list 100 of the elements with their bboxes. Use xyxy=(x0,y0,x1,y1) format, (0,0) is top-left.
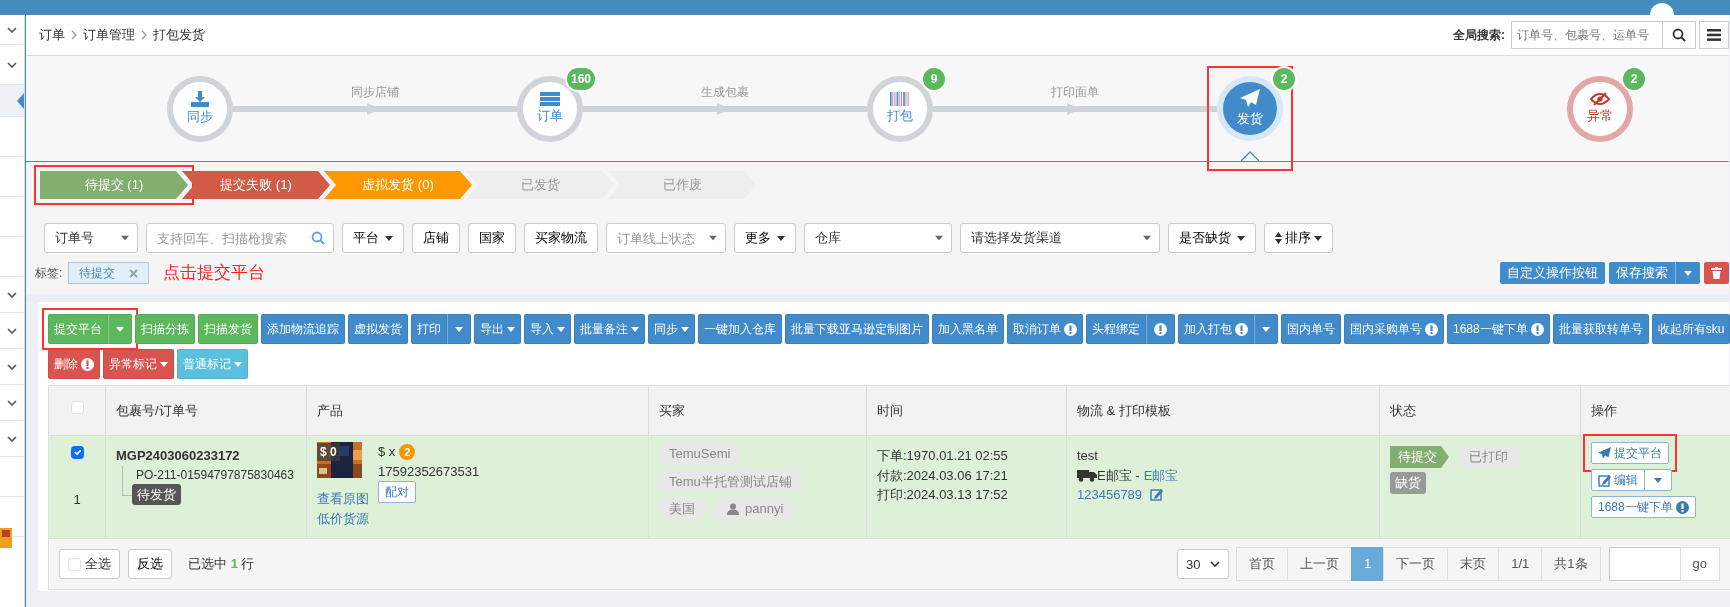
dropdown-button[interactable]: 更多 xyxy=(734,223,796,253)
toolbar-button[interactable]: 删除 xyxy=(48,349,100,379)
status-tab[interactable]: 提交失败 (1) xyxy=(182,171,330,199)
delete-button[interactable] xyxy=(1704,262,1729,284)
page-button[interactable]: 1 xyxy=(1351,547,1385,581)
toolbar-button[interactable]: 加入打包 xyxy=(1178,314,1254,344)
search-icon xyxy=(311,231,325,245)
search-button[interactable] xyxy=(1662,21,1696,49)
pair-button[interactable]: 配对 xyxy=(378,481,416,503)
status-tab[interactable]: 已作废 xyxy=(608,171,756,199)
sort-button[interactable]: 排序 xyxy=(1264,223,1333,253)
filter-button[interactable]: 国家 xyxy=(468,223,516,253)
toolbar-button[interactable]: 国内采购单号 xyxy=(1344,314,1444,344)
trash-icon xyxy=(1711,267,1722,279)
caret-icon xyxy=(1684,270,1692,276)
link[interactable]: 查看原图 xyxy=(317,491,369,506)
time-text: 下单:1970.01.21 02:55 xyxy=(877,448,1008,463)
tracking-link[interactable]: 123456789 xyxy=(1077,485,1143,505)
toolbar-button[interactable]: 扫描分拣 xyxy=(135,314,195,344)
caret-icon xyxy=(385,235,393,241)
server-icon xyxy=(540,92,560,107)
page-button[interactable]: 上一页 xyxy=(1287,547,1352,581)
toolbar-button[interactable]: 普通标记 xyxy=(177,349,248,379)
action-button[interactable]: 1688一键下单 xyxy=(1591,496,1696,518)
column-header: 产品 xyxy=(317,402,343,418)
toolbar-button[interactable]: 导入 xyxy=(524,314,571,344)
page-input[interactable] xyxy=(1608,547,1681,581)
status-tab[interactable]: 待提交 (1) xyxy=(40,171,188,199)
chevron-down-icon xyxy=(7,291,17,298)
go-button[interactable]: go xyxy=(1679,547,1720,581)
chevron-right-icon xyxy=(71,30,77,40)
filter-tag[interactable]: 待提交 xyxy=(68,262,150,284)
toolbar-button[interactable]: 1688一键下单 xyxy=(1447,314,1550,344)
toolbar-button[interactable]: 同步 xyxy=(648,314,695,344)
page-button[interactable]: 1/1 xyxy=(1498,547,1543,581)
column-header: 物流 & 打印模板 xyxy=(1077,402,1171,418)
tags-label: 标签: xyxy=(35,265,63,282)
link[interactable]: 低价货源 xyxy=(317,510,369,526)
status-tab[interactable]: 已发货 xyxy=(466,171,614,199)
select-field[interactable]: 请选择发货渠道 xyxy=(960,223,1160,253)
toolbar-button[interactable]: 虚拟发货 xyxy=(348,314,408,344)
action-button[interactable]: 编辑 xyxy=(1591,469,1645,491)
caret-icon xyxy=(1314,235,1322,241)
count-badge: 2 xyxy=(1621,66,1647,92)
chevron-down-icon xyxy=(7,435,17,442)
row-checkbox[interactable] xyxy=(70,446,84,459)
toolbar-button[interactable]: 一键加入仓库 xyxy=(698,314,782,344)
select-field[interactable]: 仓库 xyxy=(804,223,952,253)
menu-button[interactable] xyxy=(1699,21,1729,49)
page-size-select[interactable]: 30 xyxy=(1177,549,1229,579)
dropdown-button[interactable]: 平台 xyxy=(342,223,404,253)
checkbox[interactable] xyxy=(68,557,81,571)
search-field[interactable]: 支持回车、扫描枪搜索 xyxy=(146,223,334,253)
action-button[interactable]: 自定义操作按钮 xyxy=(1500,262,1605,284)
page-button[interactable]: 共1条 xyxy=(1541,547,1601,581)
truck-icon xyxy=(1077,468,1097,482)
filter-button[interactable]: 买家物流 xyxy=(524,223,598,253)
alert-icon xyxy=(1675,500,1689,514)
page-button[interactable]: 下一页 xyxy=(1383,547,1449,581)
connector-label: 生成包裹 xyxy=(700,84,750,101)
toolbar-button[interactable]: 国内单号 xyxy=(1281,314,1341,344)
toolbar-button[interactable]: 导出 xyxy=(474,314,521,344)
status-badge: 待发货 xyxy=(132,483,181,505)
caret-icon xyxy=(1143,235,1151,241)
column-header: 状态 xyxy=(1390,402,1416,418)
page-button[interactable]: 首页 xyxy=(1236,547,1288,581)
connector-label: 打印面单 xyxy=(1050,84,1100,101)
breadcrumb-item[interactable]: 订单 xyxy=(39,25,65,45)
annotation-text: 点击提交平台 xyxy=(163,262,266,285)
toolbar-button[interactable]: 批量备注 xyxy=(574,314,645,344)
select-field[interactable]: 订单号 xyxy=(44,223,138,253)
page-button[interactable]: 末页 xyxy=(1447,547,1500,581)
action-button[interactable]: 保存搜索 xyxy=(1609,262,1675,284)
search-icon xyxy=(1672,28,1686,42)
select-field[interactable]: 订单线上状态 xyxy=(606,223,726,253)
invert-button[interactable]: 反选 xyxy=(128,549,172,579)
sort-icon xyxy=(1275,232,1282,244)
toolbar-button[interactable]: 批量下载亚马逊定制图片 xyxy=(785,314,929,344)
toolbar-button[interactable]: 打印 xyxy=(411,314,447,344)
breadcrumb-item[interactable]: 订单管理 xyxy=(83,25,135,45)
toolbar-button[interactable]: 扫描发货 xyxy=(198,314,258,344)
status-tab[interactable]: 虚拟发货 (0) xyxy=(324,171,472,199)
workflow-step[interactable]: 同步 xyxy=(167,76,233,142)
toolbar-button[interactable]: 收起所有sku xyxy=(1651,314,1730,344)
search-field[interactable]: 订单号、包裹号、运单号 xyxy=(1511,21,1663,49)
filter-button[interactable]: 店铺 xyxy=(412,223,460,253)
carrier-link[interactable]: E邮宝 xyxy=(1143,465,1179,485)
dropdown-button[interactable]: 是否缺货 xyxy=(1168,223,1256,253)
toolbar-button[interactable]: 提交平台 xyxy=(48,314,108,344)
select-all-button[interactable]: 全选 xyxy=(59,549,120,579)
toolbar-button[interactable]: 批量获取转单号 xyxy=(1552,314,1649,344)
breadcrumb-item: 打包发货 xyxy=(153,26,205,45)
select-all-checkbox[interactable] xyxy=(70,400,84,414)
toolbar-button[interactable]: 异常标记 xyxy=(103,349,174,379)
toolbar-button[interactable]: 头程绑定 xyxy=(1086,314,1146,344)
toolbar-button[interactable]: 加入黑名单 xyxy=(932,314,1004,344)
toolbar-button[interactable]: 取消订单 xyxy=(1007,314,1083,344)
toolbar-button[interactable]: 添加物流追踪 xyxy=(261,314,345,344)
dropdown-toggle[interactable] xyxy=(1644,469,1672,491)
action-button[interactable]: 提交平台 xyxy=(1591,442,1669,464)
